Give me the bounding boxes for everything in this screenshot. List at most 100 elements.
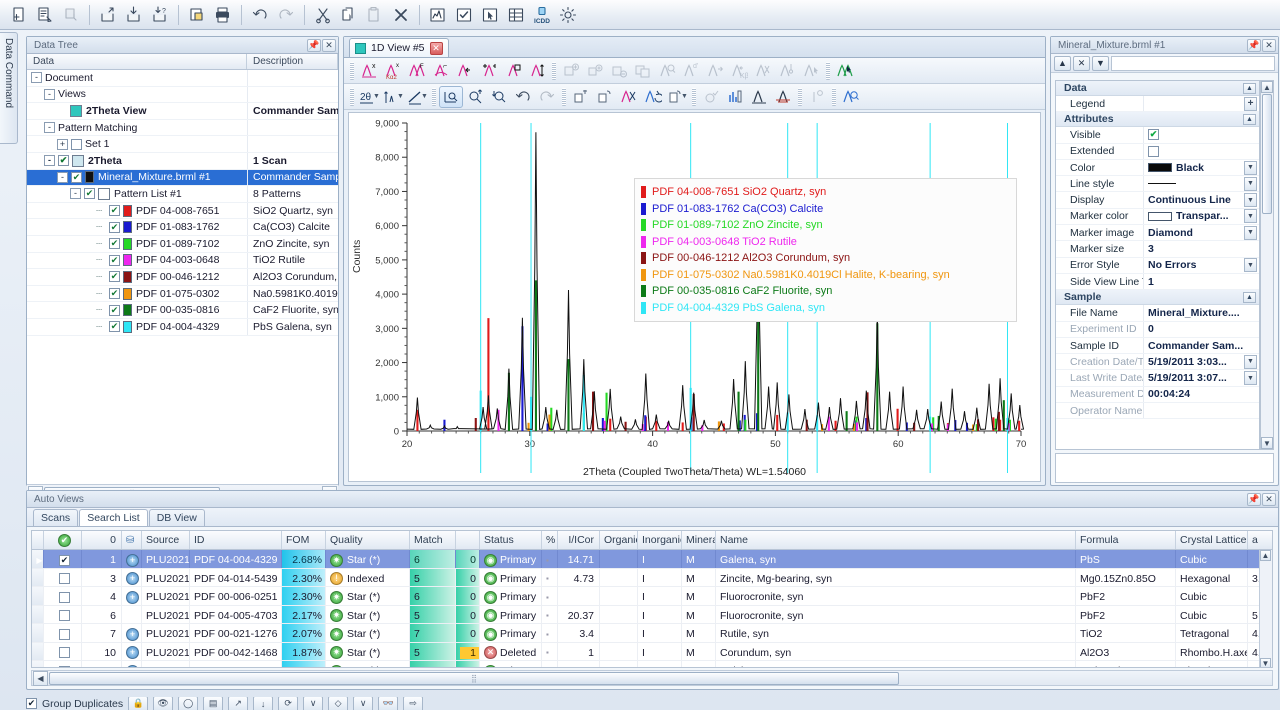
row-indicator[interactable]: [32, 606, 44, 624]
magnifier-blue-icon[interactable]: [839, 86, 863, 108]
circle-icon[interactable]: ◯: [178, 697, 198, 710]
tree-checkbox[interactable]: [71, 139, 82, 150]
property-group-header[interactable]: Attributes▲: [1056, 112, 1259, 127]
tab-scans[interactable]: Scans: [33, 509, 78, 526]
table-row[interactable]: ▶1+PLU2021PDF 04-004-43292.68%✷Star (*)6…: [32, 550, 1272, 569]
tree-row[interactable]: 2Theta ViewCommander Sam: [27, 103, 338, 120]
collapse-icon[interactable]: ▲: [1243, 83, 1256, 94]
chevron-down-icon[interactable]: ▼: [1244, 371, 1257, 385]
scroll-left-icon[interactable]: ◀: [33, 671, 48, 686]
column-header-mineral[interactable]: Mineral: [682, 531, 716, 549]
column-header-blank[interactable]: [32, 531, 44, 549]
legend-item[interactable]: PDF 04-004-4329 PbS Galena, syn: [641, 300, 1010, 317]
property-row[interactable]: Extended: [1056, 144, 1259, 160]
download-icon[interactable]: ↓: [253, 697, 273, 710]
pin-icon[interactable]: 📌: [1247, 493, 1261, 506]
tab-1d-view[interactable]: 1D View #5 ✕: [349, 38, 449, 57]
undo-icon[interactable]: [247, 2, 273, 28]
property-row[interactable]: Experiment ID0: [1056, 322, 1259, 338]
background-subtract-icon[interactable]: ⌐: [429, 60, 453, 82]
row-checkbox[interactable]: [59, 592, 70, 603]
property-checkbox[interactable]: [1148, 146, 1159, 157]
column-header-name[interactable]: Name: [716, 531, 1076, 549]
print-icon[interactable]: [210, 2, 236, 28]
chevron-down-icon[interactable]: ▼: [1244, 209, 1257, 223]
property-value[interactable]: +: [1143, 96, 1259, 111]
row-checkbox[interactable]: [59, 629, 70, 640]
tree-row[interactable]: -Pattern List #18 Patterns: [27, 186, 338, 203]
grid-body[interactable]: ▶1+PLU2021PDF 04-004-43292.68%✷Star (*)6…: [32, 550, 1272, 668]
property-checkbox[interactable]: [1148, 129, 1159, 140]
undo-zoom-icon[interactable]: [511, 86, 535, 108]
property-row[interactable]: Operator Name: [1056, 403, 1259, 419]
tree-expander[interactable]: +: [57, 139, 68, 150]
green-pattern-icon[interactable]: [833, 60, 857, 82]
property-row[interactable]: Line style▼: [1056, 176, 1259, 192]
select-view-icon[interactable]: [477, 2, 503, 28]
column-header-match[interactable]: Match: [410, 531, 456, 549]
tree-checkbox[interactable]: [71, 172, 82, 183]
table-view-icon[interactable]: [503, 2, 529, 28]
column-header-source[interactable]: Source: [142, 531, 190, 549]
copy-icon[interactable]: [336, 2, 362, 28]
property-row[interactable]: Measurement Du00:04:24: [1056, 387, 1259, 403]
collapse-all-icon[interactable]: ▲: [1054, 56, 1071, 71]
tree-checkbox[interactable]: [109, 238, 120, 249]
new-document-icon[interactable]: [6, 2, 32, 28]
close-icon[interactable]: ✕: [322, 39, 336, 52]
line-style-icon[interactable]: ▼: [405, 86, 429, 108]
delete-icon[interactable]: [388, 2, 414, 28]
table-row[interactable]: 4+PLU2021PDF 00-006-02512.30%✷Star (*)60…: [32, 587, 1272, 606]
property-row[interactable]: Visible: [1056, 127, 1259, 143]
tree-expander[interactable]: -: [70, 188, 81, 199]
tree-row[interactable]: ┄PDF 01-083-1762Ca(CO3) Calcite: [27, 219, 338, 236]
tree-checkbox[interactable]: [84, 188, 95, 199]
table-row[interactable]: 7+PLU2021PDF 00-021-12762.07%✷Star (*)70…: [32, 624, 1272, 643]
restore-pattern-icon[interactable]: [641, 86, 665, 108]
row-checkbox[interactable]: [59, 647, 70, 658]
property-row[interactable]: Legend+: [1056, 96, 1259, 112]
column-header-blank[interactable]: [456, 531, 480, 549]
tree-expander[interactable]: -: [44, 155, 55, 166]
close-tab-icon[interactable]: ✕: [430, 42, 443, 55]
tree-checkbox[interactable]: [109, 255, 120, 266]
search-list-grid[interactable]: ✔0⛁SourceIDFOMQualityMatchStatus%I/ICorO…: [31, 530, 1273, 668]
scale-peaks-icon[interactable]: [525, 60, 549, 82]
tree-expander[interactable]: -: [44, 122, 55, 133]
property-value[interactable]: 00:04:24: [1143, 387, 1259, 402]
column-header-description[interactable]: Description: [247, 54, 338, 69]
tab-db-view[interactable]: DB View: [149, 509, 205, 526]
toolbar-grip[interactable]: [692, 88, 696, 106]
column-header-fom[interactable]: FOM: [282, 531, 326, 549]
import-query-icon[interactable]: ?: [147, 2, 173, 28]
tree-checkbox[interactable]: [58, 155, 69, 166]
tree-checkbox[interactable]: [109, 321, 120, 332]
property-value[interactable]: Transpar...▼: [1143, 209, 1259, 224]
table-row[interactable]: 6PLU2021PDF 04-005-47032.17%✷Star (*)50◉…: [32, 606, 1272, 625]
property-row[interactable]: Sample IDCommander Sam...: [1056, 338, 1259, 354]
tree-row[interactable]: +Set 1: [27, 136, 338, 153]
legend-item[interactable]: PDF 01-089-7102 ZnO Zincite, syn: [641, 217, 1010, 234]
baseline-icon[interactable]: [771, 86, 795, 108]
scroll-up-icon[interactable]: ▲: [1260, 550, 1271, 561]
settings-icon[interactable]: [555, 2, 581, 28]
checklist-view-icon[interactable]: [451, 2, 477, 28]
chevron-down-icon[interactable]: ▼: [1244, 226, 1257, 240]
tree-row[interactable]: -2Theta1 Scan: [27, 153, 338, 170]
property-row[interactable]: Marker imageDiamond▼: [1056, 225, 1259, 241]
toolbar-grip[interactable]: [432, 88, 436, 106]
intensity-scale-icon[interactable]: ▼: [381, 86, 405, 108]
column-header-quality[interactable]: Quality: [326, 531, 410, 549]
tree-row[interactable]: ┄PDF 00-046-1212Al2O3 Corundum, sy: [27, 269, 338, 286]
two-theta-scale-icon[interactable]: 2θ▼: [357, 86, 381, 108]
property-row[interactable]: File NameMineral_Mixture....: [1056, 305, 1259, 321]
property-value[interactable]: 5/19/2011 3:03...▼: [1143, 354, 1259, 369]
color-chip[interactable]: [1148, 163, 1172, 172]
dropdown-icon[interactable]: ▼: [1092, 56, 1109, 71]
icdd-database-icon[interactable]: ICDD: [529, 2, 555, 28]
tree-row[interactable]: -Pattern Matching: [27, 120, 338, 137]
tree-row[interactable]: -Document: [27, 70, 338, 87]
scroll-down-icon[interactable]: ▼: [1261, 437, 1273, 449]
chevron-down-icon[interactable]: ▼: [1244, 177, 1257, 191]
add-legend-button[interactable]: +: [1244, 97, 1257, 111]
